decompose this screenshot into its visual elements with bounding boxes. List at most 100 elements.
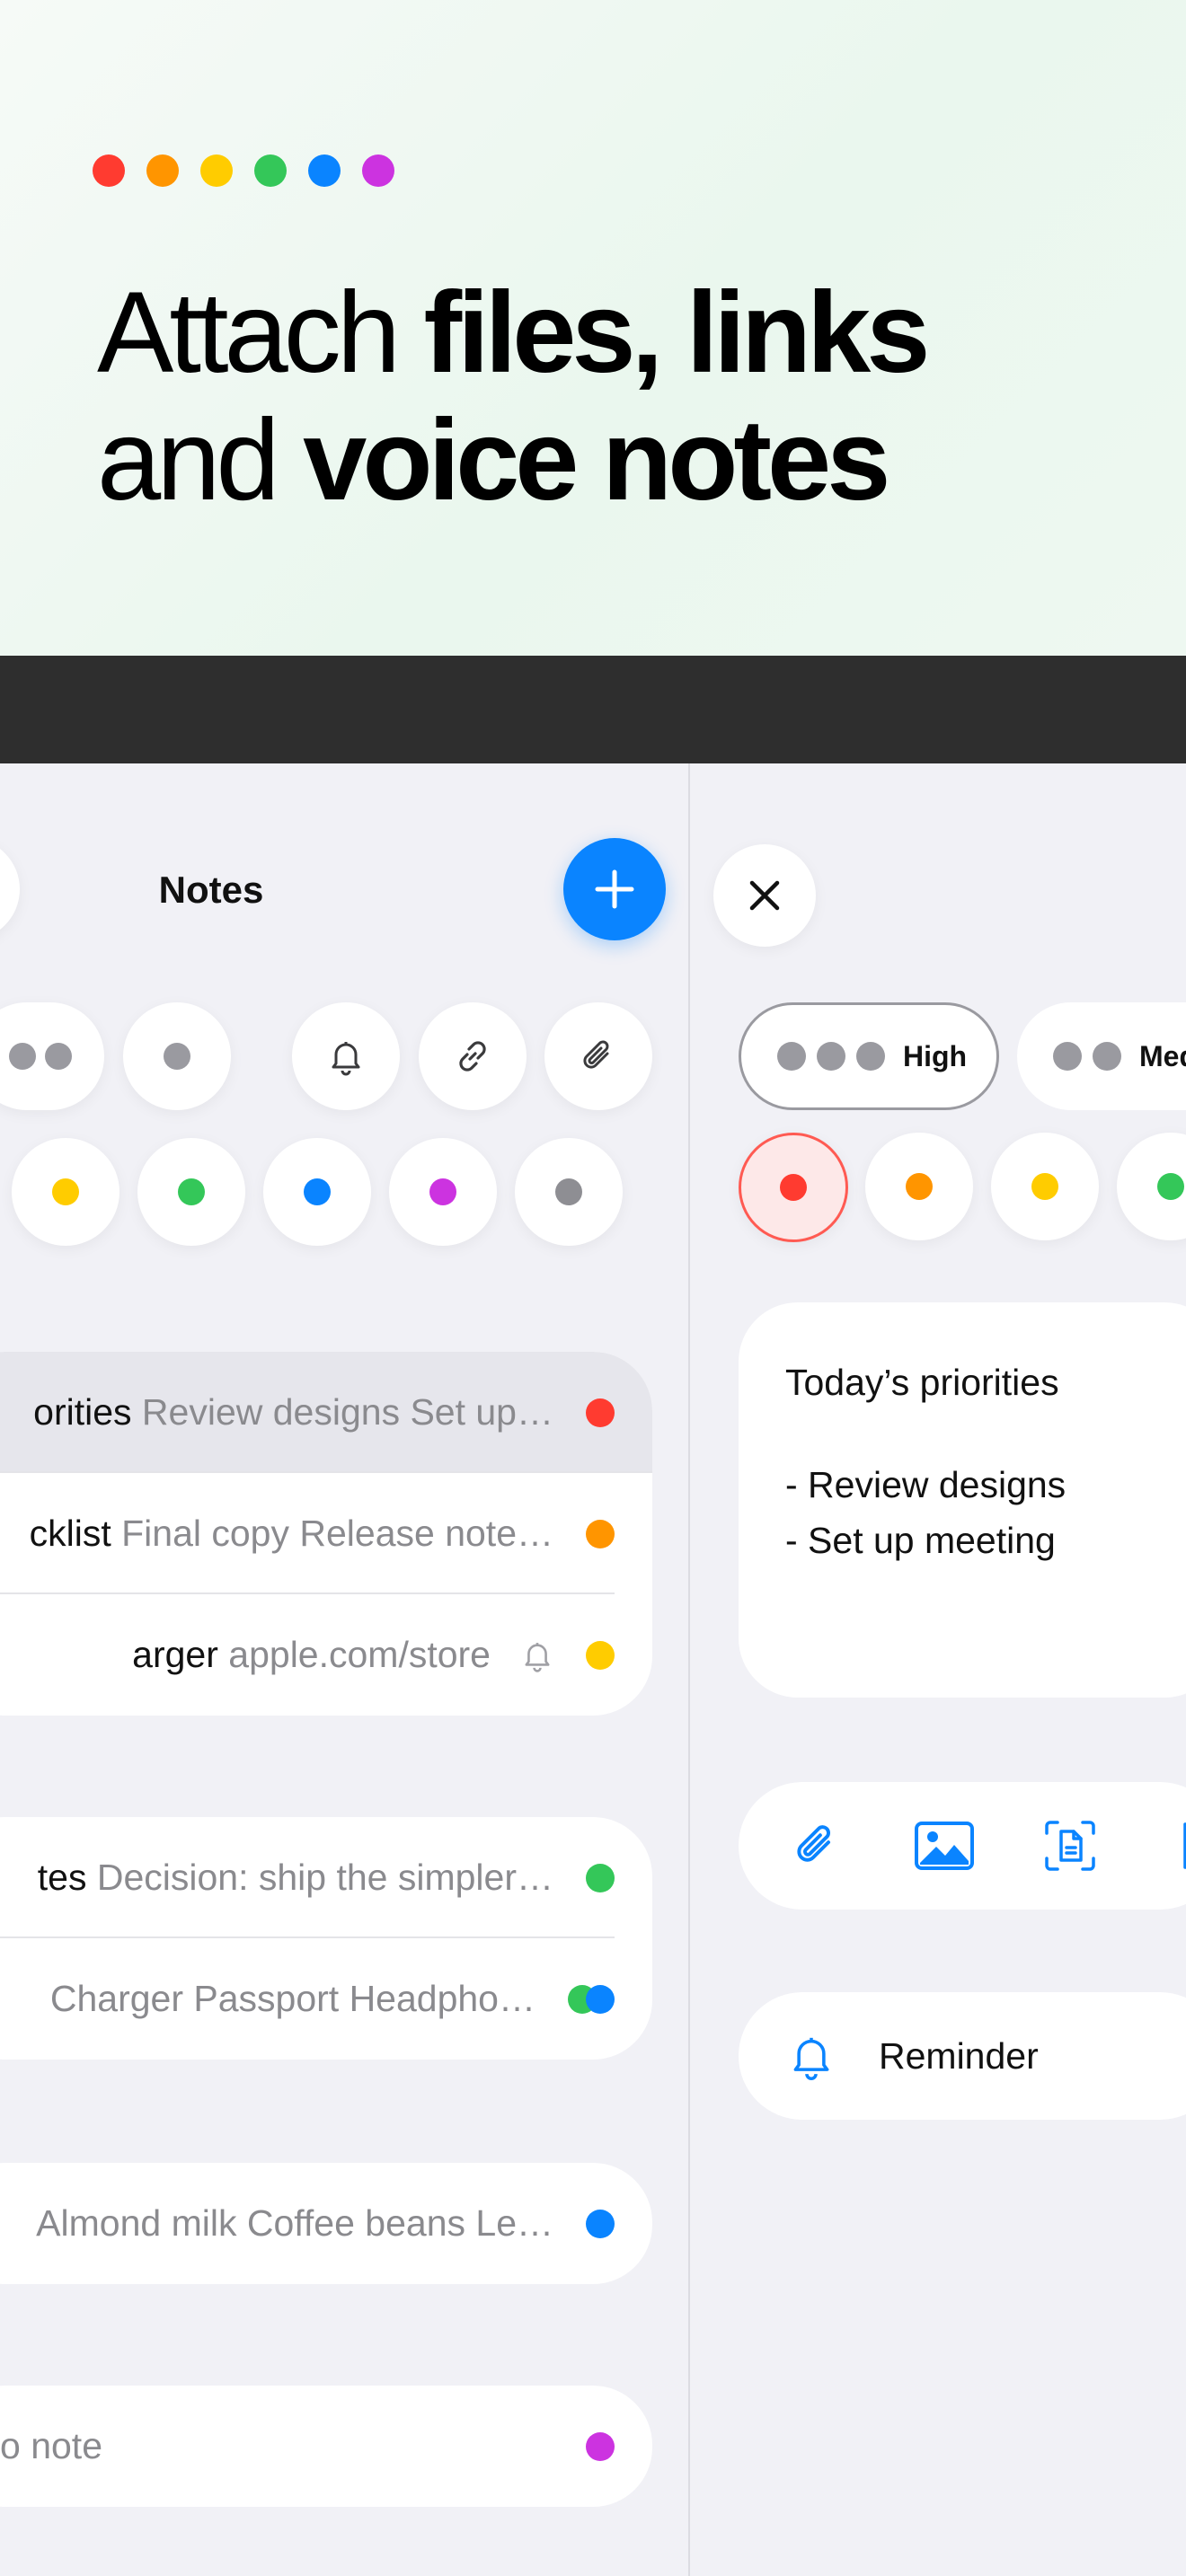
- color-filter-green[interactable]: [137, 1138, 245, 1246]
- notes-group-1: orities Review designs Set up… cklist Fi…: [0, 1352, 652, 1716]
- green-dot: [254, 154, 287, 187]
- filter-links[interactable]: [419, 1002, 527, 1110]
- attachment-toolbar: [739, 1782, 1186, 1910]
- color-filter-purple[interactable]: [389, 1138, 497, 1246]
- link-icon: [459, 1041, 486, 1072]
- hero-banner: Attach files, links and voice notes: [0, 0, 1186, 656]
- note-line: Today’s priorities: [785, 1362, 1059, 1403]
- bell-icon: [525, 1643, 550, 1672]
- plus-icon: [595, 869, 634, 909]
- scan-document-button[interactable]: [1039, 1814, 1102, 1877]
- orange-dot: [906, 1173, 933, 1200]
- color-option-yellow[interactable]: [991, 1133, 1099, 1240]
- color-filter-gray[interactable]: [515, 1138, 623, 1246]
- note-line: - Set up meeting: [785, 1520, 1056, 1561]
- note-preview: Charger Passport Headpho…: [49, 1978, 535, 2019]
- list-item[interactable]: tes Decision: ship the simpler…: [0, 1817, 652, 1938]
- note-preview: Review designs Set up…: [131, 1391, 553, 1433]
- priority-dot: [164, 1043, 190, 1070]
- color-option-green[interactable]: [1117, 1133, 1186, 1240]
- page-title: Notes: [158, 869, 264, 911]
- purple-dot: [362, 154, 394, 187]
- filter-reminders[interactable]: [292, 1002, 400, 1110]
- list-item[interactable]: orities Review designs Set up…: [0, 1352, 652, 1473]
- yellow-dot: [1031, 1173, 1058, 1200]
- color-filter-blue[interactable]: [263, 1138, 371, 1246]
- list-item[interactable]: Charger Passport Headpho…: [0, 1938, 652, 2060]
- orange-dot: [146, 154, 179, 187]
- note-color-dot: [586, 1520, 615, 1548]
- headline-regular-1: Attach: [97, 269, 424, 397]
- paperclip-icon: [797, 1825, 830, 1862]
- red-dot: [780, 1174, 807, 1201]
- note-color-dot: [586, 2210, 615, 2238]
- list-item[interactable]: arger apple.com/store: [0, 1594, 652, 1716]
- color-option-orange[interactable]: [865, 1133, 973, 1240]
- purple-dot: [429, 1178, 456, 1205]
- note-title: orities: [33, 1391, 132, 1433]
- list-item[interactable]: cklist Final copy Release note…: [0, 1473, 652, 1594]
- notes-group-4: o note: [0, 2386, 652, 2507]
- note-editor-pane: High Med Today’s priorities - Review des…: [690, 763, 1186, 2576]
- note-title: tes: [37, 1857, 87, 1898]
- notes-list-pane: Notes orities Review designs Set up… ckl…: [0, 763, 688, 2576]
- note-preview: Almond milk Coffee beans Le…: [36, 2202, 553, 2244]
- green-dot: [178, 1178, 205, 1205]
- list-item[interactable]: o note: [0, 2386, 652, 2507]
- priority-high-pill[interactable]: High: [739, 1002, 999, 1110]
- priority-dot: [817, 1042, 845, 1071]
- note-preview: Decision: ship the simpler…: [86, 1857, 553, 1898]
- notes-group-3: Almond milk Coffee beans Le…: [0, 2163, 652, 2284]
- priority-dot: [856, 1042, 885, 1071]
- close-icon: [749, 880, 780, 911]
- note-preview: Final copy Release note…: [111, 1513, 553, 1554]
- back-button[interactable]: [0, 838, 20, 940]
- note-preview: apple.com/store: [217, 1634, 491, 1675]
- close-button[interactable]: [713, 844, 816, 947]
- filter-attachments[interactable]: [544, 1002, 652, 1110]
- priority-label: Med: [1139, 1039, 1186, 1072]
- attach-photo-button[interactable]: [913, 1814, 976, 1877]
- photo-icon: [915, 1822, 974, 1870]
- green-dot: [1157, 1173, 1184, 1200]
- priority-dot: [1093, 1042, 1121, 1071]
- attach-file-button[interactable]: [785, 1814, 848, 1877]
- note-preview: o note: [0, 2425, 102, 2466]
- blue-dot: [304, 1178, 331, 1205]
- app-screen: Notes orities Review designs Set up… ckl…: [0, 763, 1186, 2576]
- priority-filter-medium[interactable]: [0, 1002, 104, 1110]
- yellow-dot: [200, 154, 233, 187]
- list-item[interactable]: Almond milk Coffee beans Le…: [0, 2163, 652, 2284]
- blue-dot: [308, 154, 341, 187]
- add-note-button[interactable]: [563, 838, 666, 940]
- bell-icon: [793, 2037, 829, 2080]
- note-title: arger: [132, 1634, 218, 1675]
- priority-filter-low[interactable]: [123, 1002, 231, 1110]
- note-color-dot: [586, 1864, 615, 1892]
- red-dot: [93, 154, 125, 187]
- device-top-bar: [0, 656, 1186, 763]
- priority-label: High: [903, 1039, 968, 1072]
- color-dots: [93, 154, 394, 187]
- more-attachments-button[interactable]: [1175, 1814, 1186, 1877]
- priority-medium-pill[interactable]: Med: [1017, 1002, 1186, 1110]
- note-text-editor[interactable]: Today’s priorities - Review designs - Se…: [739, 1302, 1186, 1698]
- note-line: - Review designs: [785, 1464, 1067, 1505]
- note-title: cklist: [29, 1513, 111, 1554]
- headline: Attach files, links and voice notes: [97, 269, 1130, 525]
- priority-dot: [777, 1042, 806, 1071]
- priority-dot: [45, 1043, 72, 1070]
- yellow-dot: [52, 1178, 79, 1205]
- bell-icon: [332, 1042, 360, 1076]
- note-color-dot: [586, 1398, 615, 1427]
- color-option-red[interactable]: [739, 1133, 848, 1242]
- headline-bold-1: files, links: [423, 269, 930, 397]
- note-color-dot: [586, 1985, 615, 2014]
- priority-dot: [9, 1043, 36, 1070]
- note-color-dot: [586, 1641, 615, 1670]
- notes-group-2: tes Decision: ship the simpler… Charger …: [0, 1817, 652, 2060]
- headline-regular-2: and: [97, 396, 304, 525]
- color-filter-yellow[interactable]: [12, 1138, 119, 1246]
- reminder-button[interactable]: Reminder: [739, 1992, 1186, 2120]
- headline-bold-2: voice notes: [303, 396, 890, 525]
